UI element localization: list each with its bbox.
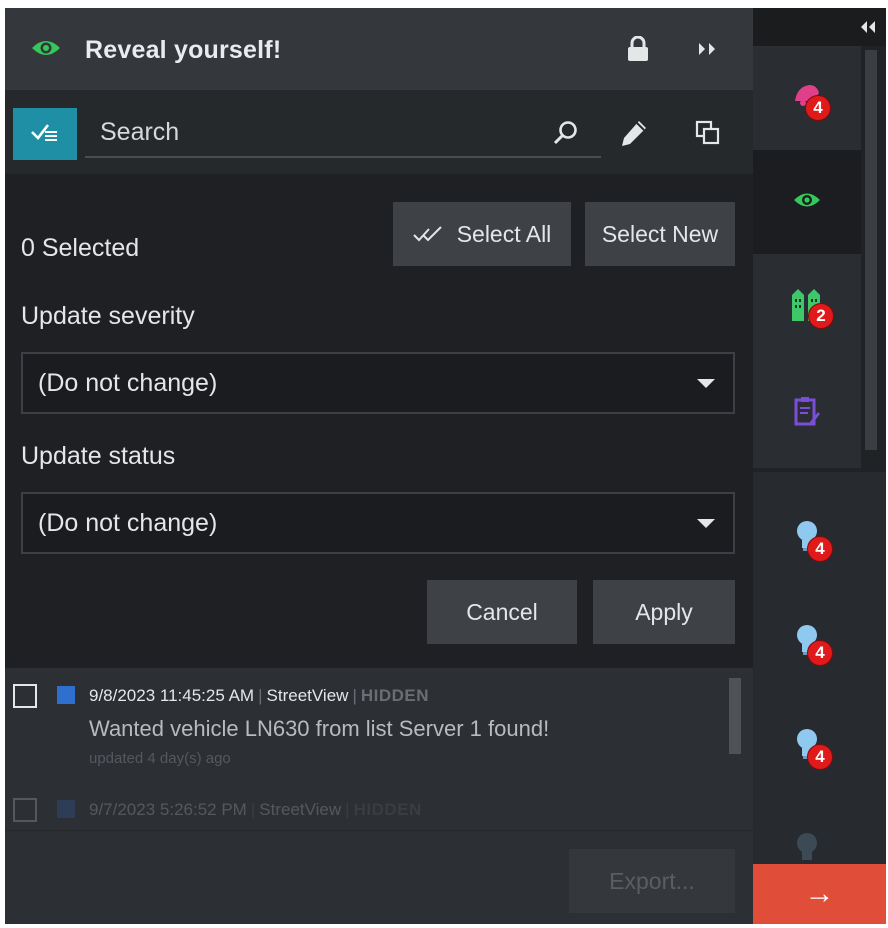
severity-dropdown[interactable]: (Do not change) — [21, 352, 735, 414]
lightbulb-icon: 4 — [795, 520, 833, 562]
go-button[interactable]: → — [753, 864, 886, 924]
select-new-label: Select New — [601, 220, 719, 247]
event-state: HIDDEN — [360, 686, 430, 705]
separator: | — [352, 686, 357, 705]
cancel-button[interactable]: Cancel — [427, 580, 577, 644]
cancel-label: Cancel — [466, 598, 538, 625]
panel-footer: Export... — [5, 830, 753, 924]
window-frame: Reveal yourself! Search 0 Selected Selec… — [5, 8, 886, 924]
rail-item-clipboard[interactable] — [753, 358, 861, 468]
select-all-label: Select All — [456, 220, 552, 247]
alarm-bell-icon: 4 — [791, 81, 831, 121]
event-updated: updated 4 day(s) ago — [89, 750, 231, 767]
status-value: (Do not change) — [38, 508, 218, 537]
event-timestamp: 9/7/2023 5:26:52 PM — [89, 800, 247, 819]
notification-rail: 4 2 4 4 4 → — [753, 8, 886, 924]
separator: | — [258, 686, 263, 705]
lightbulb-icon: 4 — [795, 728, 833, 770]
panel-title: Reveal yourself! — [85, 36, 282, 64]
clipboard-edit-icon — [794, 396, 820, 431]
separator: | — [345, 800, 350, 819]
lightbulb-icon — [795, 832, 819, 869]
list-item[interactable]: 9/7/2023 5:26:52 PM | StreetView | HIDDEN — [5, 788, 725, 830]
bulk-edit-form: 0 Selected Select All Select New Update … — [5, 174, 753, 668]
list-scrollbar[interactable] — [729, 678, 741, 754]
severity-color-square — [57, 800, 75, 818]
event-source: StreetView — [266, 686, 349, 705]
lock-icon[interactable] — [627, 35, 649, 67]
event-meta: 9/8/2023 11:45:25 AM | StreetView | HIDDEN — [89, 686, 429, 706]
eye-icon — [31, 38, 61, 63]
apply-label: Apply — [635, 598, 693, 625]
status-dropdown[interactable]: (Do not change) — [21, 492, 735, 554]
lightbulb-icon: 4 — [795, 624, 833, 666]
severity-label: Update severity — [21, 302, 195, 330]
event-panel: Reveal yourself! Search 0 Selected Selec… — [5, 8, 753, 924]
checklist-icon — [30, 121, 60, 148]
event-source: StreetView — [259, 800, 342, 819]
rail-item-bulb-2[interactable]: 4 — [753, 590, 861, 694]
double-check-icon — [412, 226, 442, 242]
rail-item-bulb-3[interactable]: 4 — [753, 694, 861, 798]
search-input[interactable] — [85, 108, 601, 158]
copy-icon[interactable] — [695, 120, 721, 151]
export-label: Export... — [609, 867, 695, 894]
bulb-count-badge: 4 — [807, 639, 833, 666]
event-meta: 9/7/2023 5:26:52 PM | StreetView | HIDDEN — [89, 800, 422, 820]
rail-scrollbar[interactable] — [865, 50, 877, 450]
buildings-icon: 2 — [790, 287, 834, 329]
severity-color-square — [57, 686, 75, 704]
eye-icon — [793, 191, 821, 214]
bulb-count-badge: 4 — [807, 743, 833, 770]
magnifier-icon[interactable] — [553, 120, 579, 151]
apply-button[interactable]: Apply — [593, 580, 735, 644]
selected-count: 0 Selected — [21, 234, 140, 262]
pencil-icon[interactable] — [619, 118, 649, 153]
row-checkbox[interactable] — [13, 798, 37, 822]
arrow-right-icon: → — [804, 877, 835, 910]
rail-item-bulb-1[interactable]: 4 — [753, 486, 861, 590]
event-state: HIDDEN — [353, 800, 422, 819]
export-button[interactable]: Export... — [569, 849, 735, 913]
bulb-count-badge: 4 — [807, 535, 833, 562]
rail-item-alarm[interactable]: 4 — [753, 46, 861, 150]
event-list: 9/8/2023 11:45:25 AM | StreetView | HIDDEN W… — [5, 668, 753, 830]
event-message: Wanted vehicle LN630 from list Server 1 … — [89, 716, 550, 741]
status-label: Update status — [21, 442, 176, 470]
double-chevron-left-icon[interactable] — [859, 20, 877, 38]
rail-item-reveal[interactable] — [753, 150, 861, 254]
separator: | — [250, 800, 256, 819]
list-item[interactable]: 9/8/2023 11:45:25 AM | StreetView | HIDDEN W… — [5, 668, 725, 788]
severity-value: (Do not change) — [38, 368, 218, 397]
panel-header: Reveal yourself! — [5, 8, 753, 90]
event-timestamp: 9/8/2023 11:45:25 AM — [89, 686, 255, 705]
double-chevron-right-icon[interactable] — [697, 42, 719, 61]
alarm-count-badge: 4 — [805, 94, 831, 121]
search-toolbar — [5, 90, 753, 174]
buildings-count-badge: 2 — [808, 302, 834, 329]
row-checkbox[interactable] — [13, 684, 37, 708]
checklist-toggle-button[interactable] — [13, 108, 77, 160]
caret-down-icon — [697, 379, 715, 388]
select-all-button[interactable]: Select All — [393, 202, 571, 266]
caret-down-icon — [697, 519, 715, 528]
rail-item-buildings[interactable]: 2 — [753, 254, 861, 358]
select-new-button[interactable]: Select New — [585, 202, 735, 266]
rail-top-bar — [753, 8, 886, 46]
